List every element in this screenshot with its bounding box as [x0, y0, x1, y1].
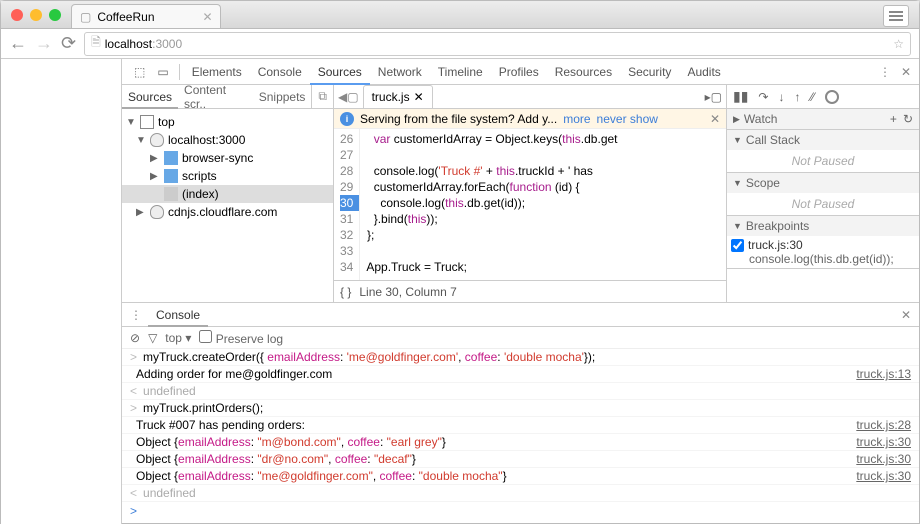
forward-button[interactable]: → — [35, 33, 53, 54]
browser-tab[interactable]: ▢ CoffeeRun ✕ — [71, 4, 221, 28]
reload-button[interactable]: ⟳ — [61, 33, 76, 54]
refresh-watch-icon[interactable]: ↻ — [903, 112, 913, 126]
console-source-link[interactable]: truck.js:30 — [856, 469, 911, 483]
device-mode-icon[interactable]: ▭ — [151, 65, 174, 79]
contentscripts-subtab[interactable]: Content scr.. — [178, 85, 253, 109]
address-bar[interactable]: 🗎 localhost:3000 ☆ — [84, 32, 911, 56]
braces-icon[interactable]: { } — [340, 285, 351, 299]
context-select[interactable]: top ▾ — [165, 331, 191, 345]
info-more-link[interactable]: more — [563, 112, 590, 126]
tree-top[interactable]: ▼top — [122, 113, 333, 131]
run-snippet-icon[interactable]: ▸▢ — [705, 90, 722, 104]
file-nav-icon[interactable]: ◀▢ — [338, 90, 359, 104]
scope-section-header[interactable]: ▼Scope — [727, 173, 919, 193]
tree-scripts[interactable]: ▶scripts — [122, 167, 333, 185]
close-window-button[interactable] — [11, 9, 23, 21]
tab-resources[interactable]: Resources — [547, 59, 620, 85]
step-over-button[interactable]: ↷ — [758, 90, 768, 104]
browser-menu-button[interactable] — [883, 5, 909, 27]
tab-audits[interactable]: Audits — [679, 59, 728, 85]
breakpoint-checkbox[interactable] — [731, 239, 744, 252]
step-into-button[interactable]: ↓ — [778, 90, 784, 104]
more-icon[interactable]: ⋮ — [879, 65, 891, 79]
tab-network[interactable]: Network — [370, 59, 430, 85]
info-icon: i — [340, 112, 354, 126]
file-tree: ▼top ▼localhost:3000 ▶browser-sync ▶scri… — [122, 109, 333, 225]
bookmark-star-icon[interactable]: ☆ — [893, 37, 904, 51]
site-info-icon[interactable]: 🗎 — [91, 33, 101, 54]
close-devtools-icon[interactable]: ✕ — [901, 65, 911, 79]
inspect-icon[interactable]: ⬚ — [128, 65, 151, 79]
scope-empty: Not Paused — [727, 193, 919, 215]
callstack-section-header[interactable]: ▼Call Stack — [727, 130, 919, 150]
dock-side-icon[interactable]: ⧉ — [311, 85, 333, 108]
add-watch-icon[interactable]: + — [890, 112, 897, 126]
page-icon: ▢ — [80, 10, 91, 24]
devtools-tabs: ⬚ ▭ Elements Console Sources Network Tim… — [122, 59, 919, 85]
pause-exceptions-button[interactable] — [825, 90, 839, 104]
clear-console-icon[interactable]: ⊘ — [130, 331, 140, 345]
filter-icon[interactable]: ▽ — [148, 331, 157, 345]
deactivate-bp-button[interactable]: ⁄⁄ — [810, 90, 814, 104]
tab-timeline[interactable]: Timeline — [430, 59, 491, 85]
tab-title: CoffeeRun — [97, 10, 154, 24]
console-output[interactable]: >myTruck.createOrder({ emailAddress: 'me… — [122, 349, 919, 524]
watch-section-header[interactable]: ▶Watch+↻ — [727, 109, 919, 129]
breakpoints-section-header[interactable]: ▼Breakpoints — [727, 216, 919, 236]
editor-tab-truck[interactable]: truck.js✕ — [363, 85, 433, 108]
tab-security[interactable]: Security — [620, 59, 679, 85]
console-source-link[interactable]: truck.js:30 — [856, 452, 911, 466]
preserve-log-label[interactable]: Preserve log — [199, 330, 283, 346]
cursor-position: Line 30, Column 7 — [359, 285, 456, 299]
info-close-icon[interactable]: ✕ — [710, 112, 720, 126]
code-editor[interactable]: 262728293031323334 var customerIdArray =… — [334, 129, 726, 280]
info-never-link[interactable]: never show — [597, 112, 658, 126]
drawer-close-icon[interactable]: ✕ — [901, 308, 911, 322]
tree-index[interactable]: (index) — [122, 185, 333, 203]
tree-cdn[interactable]: ▶cdnjs.cloudflare.com — [122, 203, 333, 221]
pause-button[interactable]: ▮▮ — [733, 88, 748, 105]
callstack-empty: Not Paused — [727, 150, 919, 172]
tab-sources[interactable]: Sources — [310, 59, 370, 85]
workspace-hint: i Serving from the file system? Add y...… — [334, 109, 726, 129]
console-source-link[interactable]: truck.js:28 — [856, 418, 911, 432]
breakpoint-item[interactable]: truck.js:30 console.log(this.db.get(id))… — [727, 236, 919, 268]
page-content — [1, 59, 121, 524]
tree-browser-sync[interactable]: ▶browser-sync — [122, 149, 333, 167]
sources-subtab[interactable]: Sources — [122, 85, 178, 109]
close-file-icon[interactable]: ✕ — [414, 90, 424, 104]
drawer-menu-icon[interactable]: ⋮ — [130, 308, 142, 322]
preserve-log-checkbox[interactable] — [199, 330, 212, 343]
drawer-console-tab[interactable]: Console — [148, 303, 208, 327]
window-titlebar: ▢ CoffeeRun ✕ — [1, 1, 919, 29]
zoom-window-button[interactable] — [49, 9, 61, 21]
console-source-link[interactable]: truck.js:13 — [856, 367, 911, 381]
console-prompt[interactable]: > — [122, 502, 919, 520]
step-out-button[interactable]: ↑ — [794, 90, 800, 104]
tab-profiles[interactable]: Profiles — [491, 59, 547, 85]
console-source-link[interactable]: truck.js:30 — [856, 435, 911, 449]
tree-host[interactable]: ▼localhost:3000 — [122, 131, 333, 149]
url-host: localhost:3000 — [105, 37, 182, 51]
tab-elements[interactable]: Elements — [184, 59, 250, 85]
tab-console[interactable]: Console — [250, 59, 310, 85]
minimize-window-button[interactable] — [30, 9, 42, 21]
back-button[interactable]: ← — [9, 33, 27, 54]
snippets-subtab[interactable]: Snippets — [253, 85, 312, 109]
close-tab-icon[interactable]: ✕ — [203, 12, 212, 21]
